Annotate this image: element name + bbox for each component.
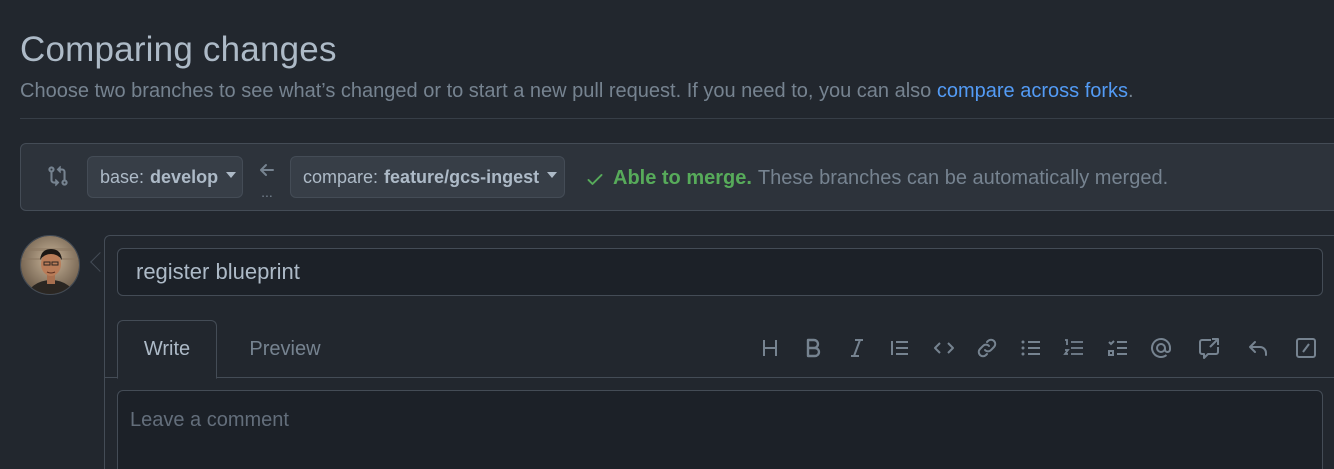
italic-icon[interactable] <box>842 333 872 363</box>
saved-reply-icon[interactable] <box>1243 333 1273 363</box>
compare-branch-name: feature/gcs-ingest <box>384 166 540 187</box>
compare-branch-select[interactable]: compare: feature/gcs-ingest <box>290 156 565 198</box>
check-icon <box>587 173 603 185</box>
cross-reference-icon[interactable] <box>1194 333 1224 363</box>
subtitle-end: . <box>1128 80 1134 102</box>
base-branch-select[interactable]: base: develop <box>87 156 243 198</box>
bold-icon[interactable] <box>798 333 828 363</box>
ordered-list-icon[interactable] <box>1059 333 1089 363</box>
page-title: Comparing changes <box>20 30 337 69</box>
mention-icon[interactable] <box>1146 333 1176 363</box>
git-compare-icon <box>47 164 69 188</box>
merge-status-label: Able to merge. <box>613 167 752 189</box>
compare-across-forks-link[interactable]: compare across forks <box>937 80 1128 102</box>
chevron-down-icon <box>547 172 558 178</box>
tab-write[interactable]: Write <box>117 320 217 379</box>
unordered-list-icon[interactable] <box>1016 333 1046 363</box>
pr-title-input[interactable] <box>117 248 1323 296</box>
arrow-left-icon <box>260 164 274 176</box>
task-list-icon[interactable] <box>1103 333 1133 363</box>
page-subtitle: Choose two branches to see what’s change… <box>20 80 1134 103</box>
merge-status: Able to merge. These branches can be aut… <box>585 167 1168 190</box>
comment-textarea[interactable] <box>117 390 1323 469</box>
arrow-dots: ... <box>261 184 273 200</box>
tab-preview[interactable]: Preview <box>235 320 335 379</box>
header-divider <box>20 118 1334 119</box>
avatar[interactable] <box>20 235 80 295</box>
slash-command-icon[interactable] <box>1291 333 1321 363</box>
code-icon[interactable] <box>929 333 959 363</box>
composer-tabs: Write Preview <box>105 320 1334 379</box>
quote-icon[interactable] <box>885 333 915 363</box>
chevron-down-icon <box>226 172 237 178</box>
compare-prefix: compare: <box>303 166 379 187</box>
pull-request-composer: Write Preview <box>104 235 1334 469</box>
link-icon[interactable] <box>972 333 1002 363</box>
branch-direction: ... <box>257 160 277 200</box>
subtitle-text: Choose two branches to see what’s change… <box>20 80 937 102</box>
heading-icon[interactable] <box>755 333 785 363</box>
branch-range-editor: base: develop ... compare: feature/gcs-i… <box>20 143 1334 211</box>
base-branch-name: develop <box>150 166 219 187</box>
merge-status-message: These branches can be automatically merg… <box>757 167 1169 189</box>
base-prefix: base: <box>100 166 145 187</box>
compare-page: Comparing changes Choose two branches to… <box>0 0 1334 469</box>
